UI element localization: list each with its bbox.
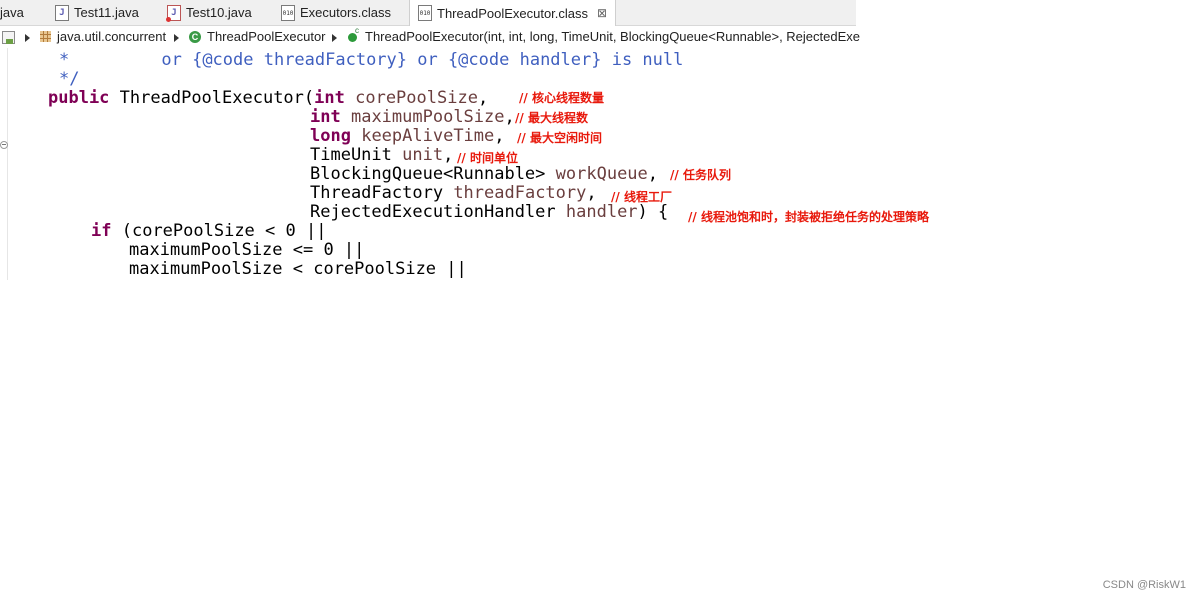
tab-test11-java[interactable]: Test11.java: [55, 0, 139, 25]
breadcrumb-package-label: java.util.concurrent: [57, 29, 167, 44]
code-line-if: if (corePoolSize < 0 ||: [91, 221, 327, 241]
code-line-constructor-signature: public ThreadPoolExecutor(int corePoolSi…: [48, 88, 489, 108]
fold-collapse-icon[interactable]: [0, 141, 8, 149]
package-icon: [40, 31, 51, 42]
code-line-javadoc-end: */: [59, 69, 80, 89]
tab-java[interactable]: java: [0, 0, 24, 25]
code-line-condition-3: maximumPoolSize < corePoolSize ||: [129, 259, 467, 279]
breadcrumb-package[interactable]: java.util.concurrent: [40, 29, 166, 44]
code-line-param-5: BlockingQueue<Runnable> workQueue,: [310, 164, 659, 184]
editor-gutter: [0, 48, 8, 280]
breadcrumb-class-label: ThreadPoolExecutor: [207, 29, 326, 44]
tab-label: java: [0, 5, 24, 20]
chevron-right-icon[interactable]: [25, 34, 30, 42]
code-line-param-4: TimeUnit unit,: [310, 145, 454, 165]
watermark: CSDN @RiskW1: [1102, 579, 1186, 591]
tab-label: Executors.class: [300, 5, 392, 20]
code-line-param-7: RejectedExecutionHandler handler) {: [310, 202, 669, 222]
class-file-icon: [281, 4, 295, 21]
annotation-time-unit: // 时间单位: [457, 151, 518, 165]
annotation-core-pool-size: // 核心线程数量: [519, 91, 604, 105]
code-line-param-3: long keepAliveTime,: [310, 126, 505, 146]
annotation-work-queue: // 任务队列: [670, 168, 731, 182]
tab-executors-class[interactable]: Executors.class: [281, 0, 391, 25]
breadcrumb-class[interactable]: C ThreadPoolExecutor: [189, 29, 326, 44]
source-folder-icon[interactable]: [2, 31, 15, 44]
java-file-error-icon: [166, 4, 181, 22]
annotation-keep-alive-time: // 最大空闲时间: [517, 131, 602, 145]
tab-label: Test11.java: [74, 5, 139, 20]
code-line-javadoc: * or {@code threadFactory} or {@code han…: [59, 50, 684, 70]
code-line-param-6: ThreadFactory threadFactory,: [310, 183, 597, 203]
class-icon: C: [189, 30, 201, 43]
annotation-thread-factory: // 线程工厂: [611, 190, 672, 204]
annotation-handler: // 线程池饱和时，封装被拒绝任务的处理策略: [688, 210, 929, 224]
tab-threadpoolexecutor-class[interactable]: ThreadPoolExecutor.class ⊠: [409, 0, 617, 26]
code-line-param-2: int maximumPoolSize,: [310, 107, 515, 127]
tab-label: Test10.java: [186, 5, 252, 20]
code-line-condition-2: maximumPoolSize <= 0 ||: [129, 240, 365, 260]
chevron-right-icon[interactable]: [332, 34, 337, 42]
editor-tab-bar: java Test11.java Test10.java Executors.c…: [0, 0, 856, 26]
breadcrumb: java.util.concurrent C ThreadPoolExecuto…: [0, 26, 860, 48]
breadcrumb-constructor[interactable]: ThreadPoolExecutor(int, int, long, TimeU…: [348, 26, 861, 44]
tab-test10-java[interactable]: Test10.java: [166, 0, 252, 25]
tab-label: ThreadPoolExecutor.class: [437, 5, 589, 21]
close-tab-icon[interactable]: ⊠: [597, 6, 607, 20]
constructor-icon: [348, 26, 359, 42]
class-file-icon: [418, 5, 432, 21]
breadcrumb-constructor-label: ThreadPoolExecutor(int, int, long, TimeU…: [365, 29, 861, 44]
chevron-right-icon[interactable]: [174, 34, 179, 42]
annotation-maximum-pool-size: // 最大线程数: [515, 111, 588, 125]
java-file-icon: [55, 4, 69, 21]
